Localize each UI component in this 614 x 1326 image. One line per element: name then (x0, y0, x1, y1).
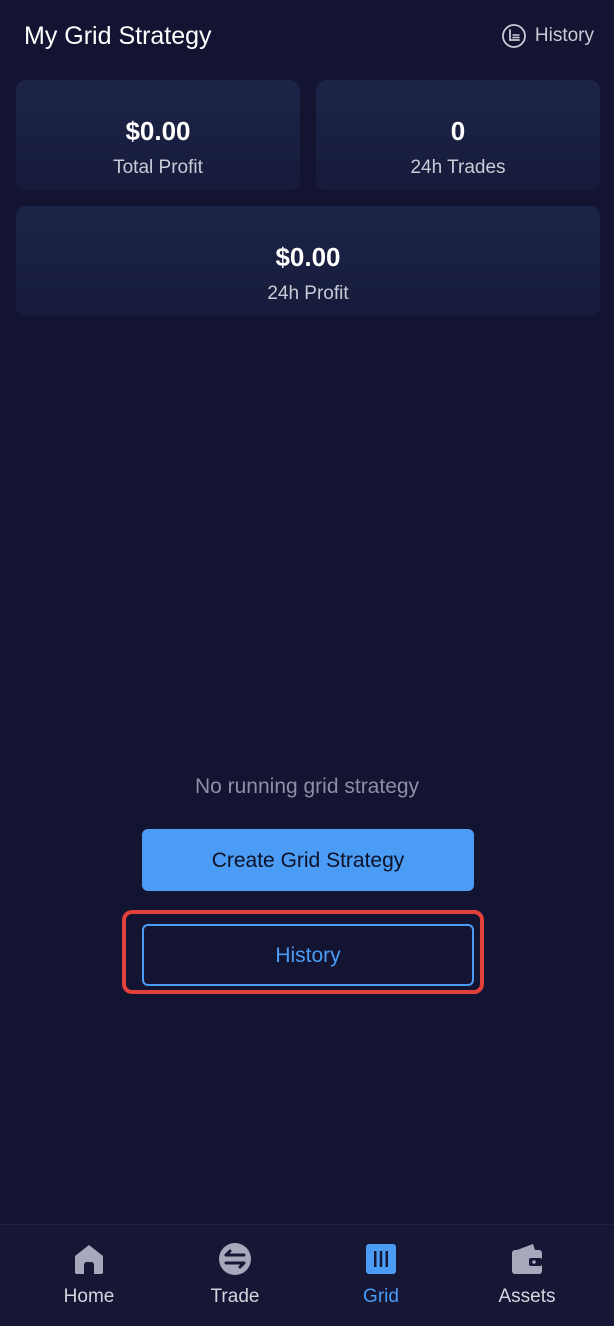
empty-state-message: No running grid strategy (194, 775, 420, 798)
history-clock-icon (501, 23, 527, 49)
nav-label-grid: Grid (363, 1286, 399, 1307)
header-history-label: History (534, 25, 594, 46)
home-icon (71, 1241, 107, 1277)
grid-icon (363, 1241, 399, 1277)
header-history-link[interactable]: History (501, 20, 594, 52)
wallet-icon (509, 1241, 545, 1277)
grid-strategy-page: My Grid Strategy History $0.00 Total Pro… (0, 0, 614, 1326)
create-grid-strategy-button[interactable]: Create Grid Strategy (142, 829, 474, 891)
trades-24h-card: 0 24h Trades (316, 80, 600, 190)
nav-item-grid[interactable]: Grid (321, 1241, 441, 1321)
nav-item-assets[interactable]: Assets (467, 1241, 587, 1321)
trades-24h-value: 0 (450, 116, 466, 146)
total-profit-label: Total Profit (113, 157, 203, 178)
profit-24h-value: $0.00 (275, 242, 341, 272)
nav-label-trade: Trade (210, 1286, 260, 1307)
nav-label-assets: Assets (498, 1286, 556, 1307)
trade-icon (217, 1241, 253, 1277)
trades-24h-label: 24h Trades (410, 157, 506, 178)
total-profit-value: $0.00 (125, 116, 191, 146)
nav-item-home[interactable]: Home (29, 1241, 149, 1321)
profit-24h-label: 24h Profit (267, 283, 349, 304)
profit-24h-card: $0.00 24h Profit (16, 206, 600, 316)
header: My Grid Strategy History (0, 0, 614, 72)
nav-item-trade[interactable]: Trade (175, 1241, 295, 1321)
bottom-nav: Home Trade Grid Assets (0, 1224, 614, 1326)
page-title: My Grid Strategy (24, 22, 212, 50)
total-profit-card: $0.00 Total Profit (16, 80, 300, 190)
nav-label-home: Home (63, 1286, 115, 1307)
history-button[interactable]: History (142, 924, 474, 986)
